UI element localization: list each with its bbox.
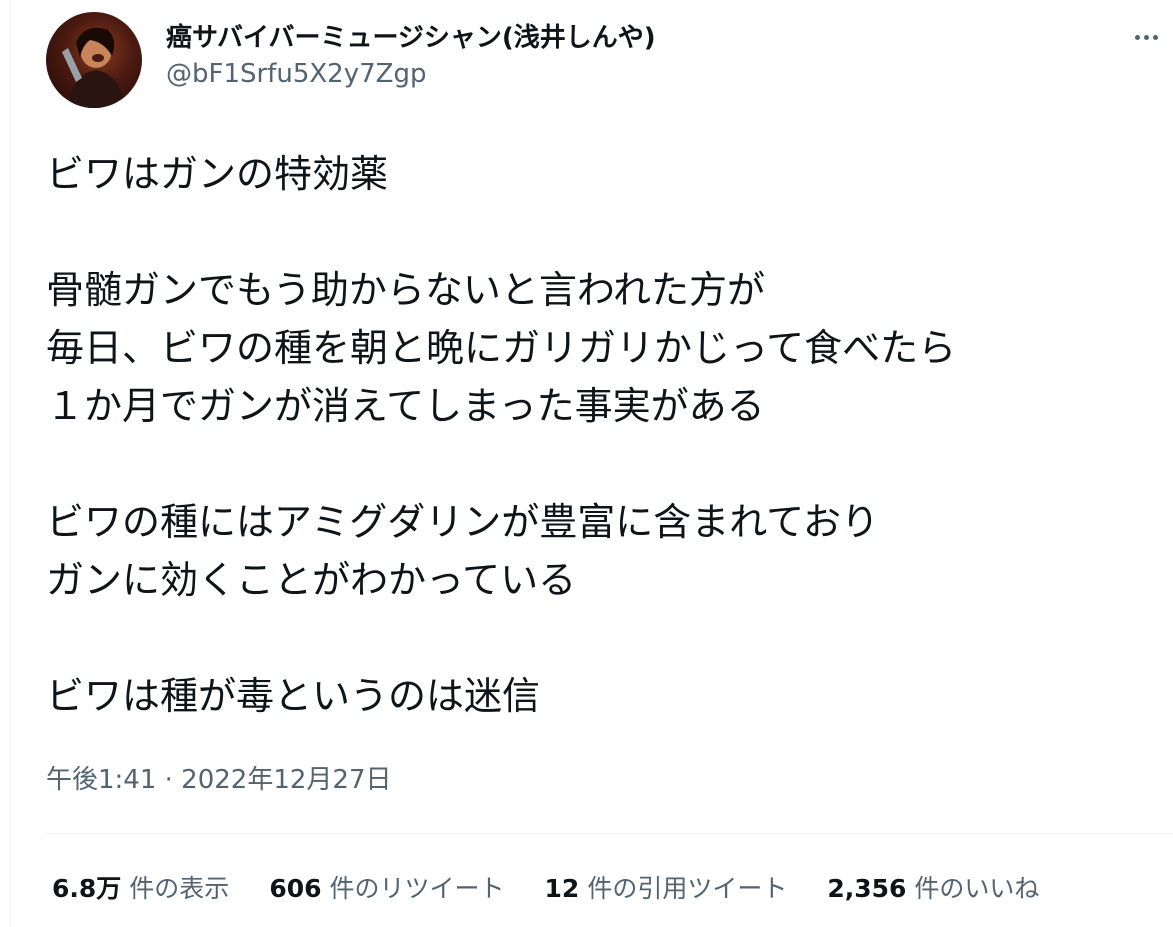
tweet-line: ガンに効くことがわかっている <box>46 558 577 602</box>
quotes-count: 12 <box>544 874 580 903</box>
tweet-header: 癌サバイバーミュージシャン(浅井しんや) @bF1Srfu5X2y7Zgp <box>46 12 1166 108</box>
tweet-line: ビワは種が毒というのは迷信 <box>46 674 541 718</box>
profile-photo-icon <box>62 27 126 108</box>
likes-count: 2,356 <box>827 874 907 903</box>
tweet-line: １か月でガンが消えてしまった事実がある <box>46 384 765 428</box>
tweet-line: 骨髄ガンでもう助からないと言われた方が <box>46 268 765 312</box>
more-options-icon-dot <box>1152 34 1158 40</box>
views-label: 件の表示 <box>129 874 230 903</box>
retweets-stat[interactable]: 606 件のリツイート <box>269 871 504 907</box>
tweet-timestamp[interactable]: 午後1:41 · 2022年12月27日 <box>46 762 392 798</box>
retweets-label: 件のリツイート <box>329 874 505 903</box>
quotes-label: 件の引用ツイート <box>587 874 788 903</box>
views-stat[interactable]: 6.8万 件の表示 <box>52 871 229 907</box>
user-info[interactable]: 癌サバイバーミュージシャン(浅井しんや) @bF1Srfu5X2y7Zgp <box>166 20 656 92</box>
user-handle[interactable]: @bF1Srfu5X2y7Zgp <box>166 56 656 92</box>
tweet-line: ビワの種にはアミグダリンが豊富に含まれており <box>46 500 879 544</box>
column-border <box>10 0 11 927</box>
more-options-icon <box>1134 34 1140 40</box>
likes-stat[interactable]: 2,356 件のいいね <box>827 871 1039 907</box>
tweet-line: 毎日、ビワの種を朝と晩にガリガリかじって食べたら <box>46 326 957 370</box>
retweets-count: 606 <box>269 874 322 903</box>
tweet-stats: 6.8万 件の表示 606 件のリツイート 12 件の引用ツイート 2,356 … <box>52 871 1079 907</box>
avatar[interactable] <box>46 12 142 108</box>
more-options-icon-dot <box>1143 34 1149 40</box>
views-count: 6.8万 <box>52 874 122 903</box>
display-name[interactable]: 癌サバイバーミュージシャン(浅井しんや) <box>166 20 656 56</box>
tweet-text: ビワはガンの特効薬 骨髄ガンでもう助からないと言われた方が 毎日、ビワの種を朝と… <box>46 145 1166 725</box>
quotes-stat[interactable]: 12 件の引用ツイート <box>545 871 788 907</box>
more-options-button[interactable] <box>1126 22 1166 52</box>
tweet-line: ビワはガンの特効薬 <box>46 152 389 196</box>
likes-label: 件のいいね <box>914 874 1040 903</box>
divider <box>46 833 1173 834</box>
